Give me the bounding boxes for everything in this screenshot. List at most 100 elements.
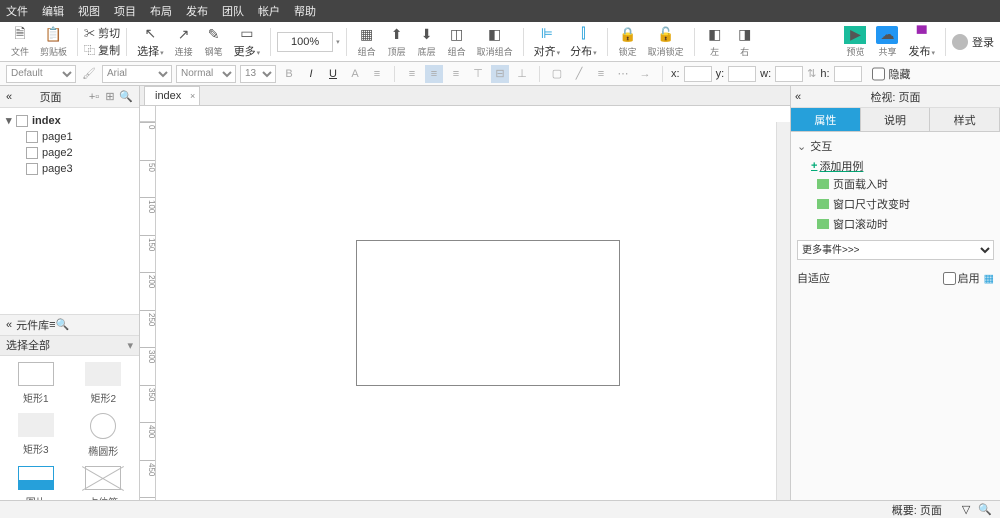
add-folder-icon[interactable]: ⊞ [103,90,117,104]
bullets-button[interactable]: ≡ [368,65,386,83]
tab-properties[interactable]: 属性 [791,108,861,131]
align-button[interactable]: ⊫对齐▾ [530,23,565,61]
tab-notes[interactable]: 说明 [861,108,931,131]
preview-button[interactable]: ▶预览 [840,23,870,61]
more-button[interactable]: ▭更多▾ [230,23,265,61]
more-events-select[interactable]: 更多事件>>> [797,240,994,260]
bold-button[interactable]: B [280,65,298,83]
weight-select[interactable]: Normal [176,65,236,83]
combine-button[interactable]: ◫组合 [443,23,471,61]
align-left-text[interactable]: ≡ [403,65,421,83]
lib-ellipse[interactable]: 椭圆形 [74,413,134,458]
lib-rect2[interactable]: 矩形2 [74,362,134,405]
bottom-button[interactable]: ⬇底层 [413,23,441,61]
search-page-icon[interactable]: 🔍 [119,90,133,104]
unlock-button[interactable]: 🔓取消锁定 [644,23,688,61]
canvas[interactable] [156,122,776,500]
text-color-button[interactable]: A [346,65,364,83]
link-wh-icon[interactable]: ⇅ [807,67,816,80]
align-right-text[interactable]: ≡ [447,65,465,83]
pen-button[interactable]: ✎钢笔 [200,23,228,61]
close-tab-icon[interactable]: × [190,91,195,101]
zoom-input[interactable] [277,32,333,52]
add-page-icon[interactable]: +▫ [87,90,101,104]
h-input[interactable] [834,66,862,82]
tree-page1[interactable]: page1 [0,129,139,145]
menu-help[interactable]: 帮助 [294,3,316,19]
lock-button[interactable]: 🔒锁定 [614,23,642,61]
font-select[interactable]: Arial [102,65,172,83]
menu-publish[interactable]: 发布 [186,3,208,19]
clipboard-button[interactable]: 📋剪贴板 [36,23,71,61]
outline-label[interactable]: 概要: 页面 [892,502,942,518]
menu-edit[interactable]: 编辑 [42,3,64,19]
line-width-button[interactable]: ≡ [592,65,610,83]
adaptive-checkbox[interactable] [943,272,956,285]
lib-rect1[interactable]: 矩形1 [6,362,66,405]
pointer-icon: ↖ [141,24,159,42]
lib-search-icon[interactable]: 🔍 [56,318,70,331]
lib-placeholder[interactable]: 占位符 [74,466,134,501]
align-center-text[interactable]: ≡ [425,65,443,83]
clipboard-icon: 📋 [45,26,63,44]
valign-mid[interactable]: ⊟ [491,65,509,83]
paint-icon[interactable]: 🖌 [80,65,98,83]
top-button[interactable]: ⬆顶层 [383,23,411,61]
filter-icon[interactable]: ▽ [962,503,970,516]
size-select[interactable]: 13 [240,65,276,83]
lib-image[interactable]: 图片 [6,466,66,501]
group-button[interactable]: ▦组合 [353,23,381,61]
library-selector[interactable]: 选择全部▾ [0,336,139,356]
w-input[interactable] [775,66,803,82]
menu-layout[interactable]: 布局 [150,3,172,19]
tree-root[interactable]: ▾index [0,112,139,129]
cut-button[interactable]: ✂ 剪切 [84,25,120,41]
vertical-scrollbar[interactable] [776,122,790,500]
hide-checkbox[interactable] [872,65,885,83]
line-color-button[interactable]: ╱ [570,65,588,83]
y-input[interactable] [728,66,756,82]
publish-button[interactable]: ▀发布▾ [904,23,939,61]
adaptive-settings-icon[interactable]: ▦ [984,272,994,285]
event-resize[interactable]: 窗口尺寸改变时 [817,194,994,214]
distribute-button[interactable]: ⫿分布▾ [566,23,601,61]
menu-view[interactable]: 视图 [78,3,100,19]
x-input[interactable] [684,66,712,82]
line-style-button[interactable]: ⋯ [614,65,632,83]
tab-index[interactable]: index× [144,86,200,105]
select-button[interactable]: ↖选择▾ [133,23,168,61]
tree-page3[interactable]: page3 [0,161,139,177]
menu-team[interactable]: 团队 [222,3,244,19]
valign-top[interactable]: ⊤ [469,65,487,83]
ruler-vertical: 050100150200250300350400450500 [140,122,156,500]
lib-rect3[interactable]: 矩形3 [6,413,66,458]
collapse-icon[interactable]: « [6,91,12,103]
expand-icon[interactable]: « [795,91,801,103]
login-button[interactable]: 登录 [952,34,994,50]
menu-account[interactable]: 帐户 [258,3,280,19]
align-left-button[interactable]: ◧左 [701,23,729,61]
ungroup-button[interactable]: ◧取消组合 [473,23,517,61]
menu-file[interactable]: 文件 [6,3,28,19]
add-case-link[interactable]: +添加用例 [811,158,994,174]
search-status-icon[interactable]: 🔍 [978,503,992,516]
interaction-section[interactable]: ⌄交互 [797,138,994,154]
align-right-button[interactable]: ◨右 [731,23,759,61]
file-button[interactable]: 🗎文件 [6,23,34,61]
share-button[interactable]: ☁共享 [872,23,902,61]
arrow-button[interactable]: → [636,65,654,83]
copy-button[interactable]: ⿻ 复制 [84,42,120,58]
underline-button[interactable]: U [324,65,342,83]
canvas-rectangle[interactable] [356,240,620,386]
italic-button[interactable]: I [302,65,320,83]
style-select[interactable]: Default [6,65,76,83]
lib-collapse-icon[interactable]: « [6,319,12,331]
event-pageload[interactable]: 页面载入时 [817,174,994,194]
event-scroll[interactable]: 窗口滚动时 [817,214,994,234]
tab-style[interactable]: 样式 [930,108,1000,131]
connect-button[interactable]: ↗连接 [170,23,198,61]
menu-project[interactable]: 项目 [114,3,136,19]
fill-button[interactable]: ▢ [548,65,566,83]
valign-bot[interactable]: ⊥ [513,65,531,83]
tree-page2[interactable]: page2 [0,145,139,161]
